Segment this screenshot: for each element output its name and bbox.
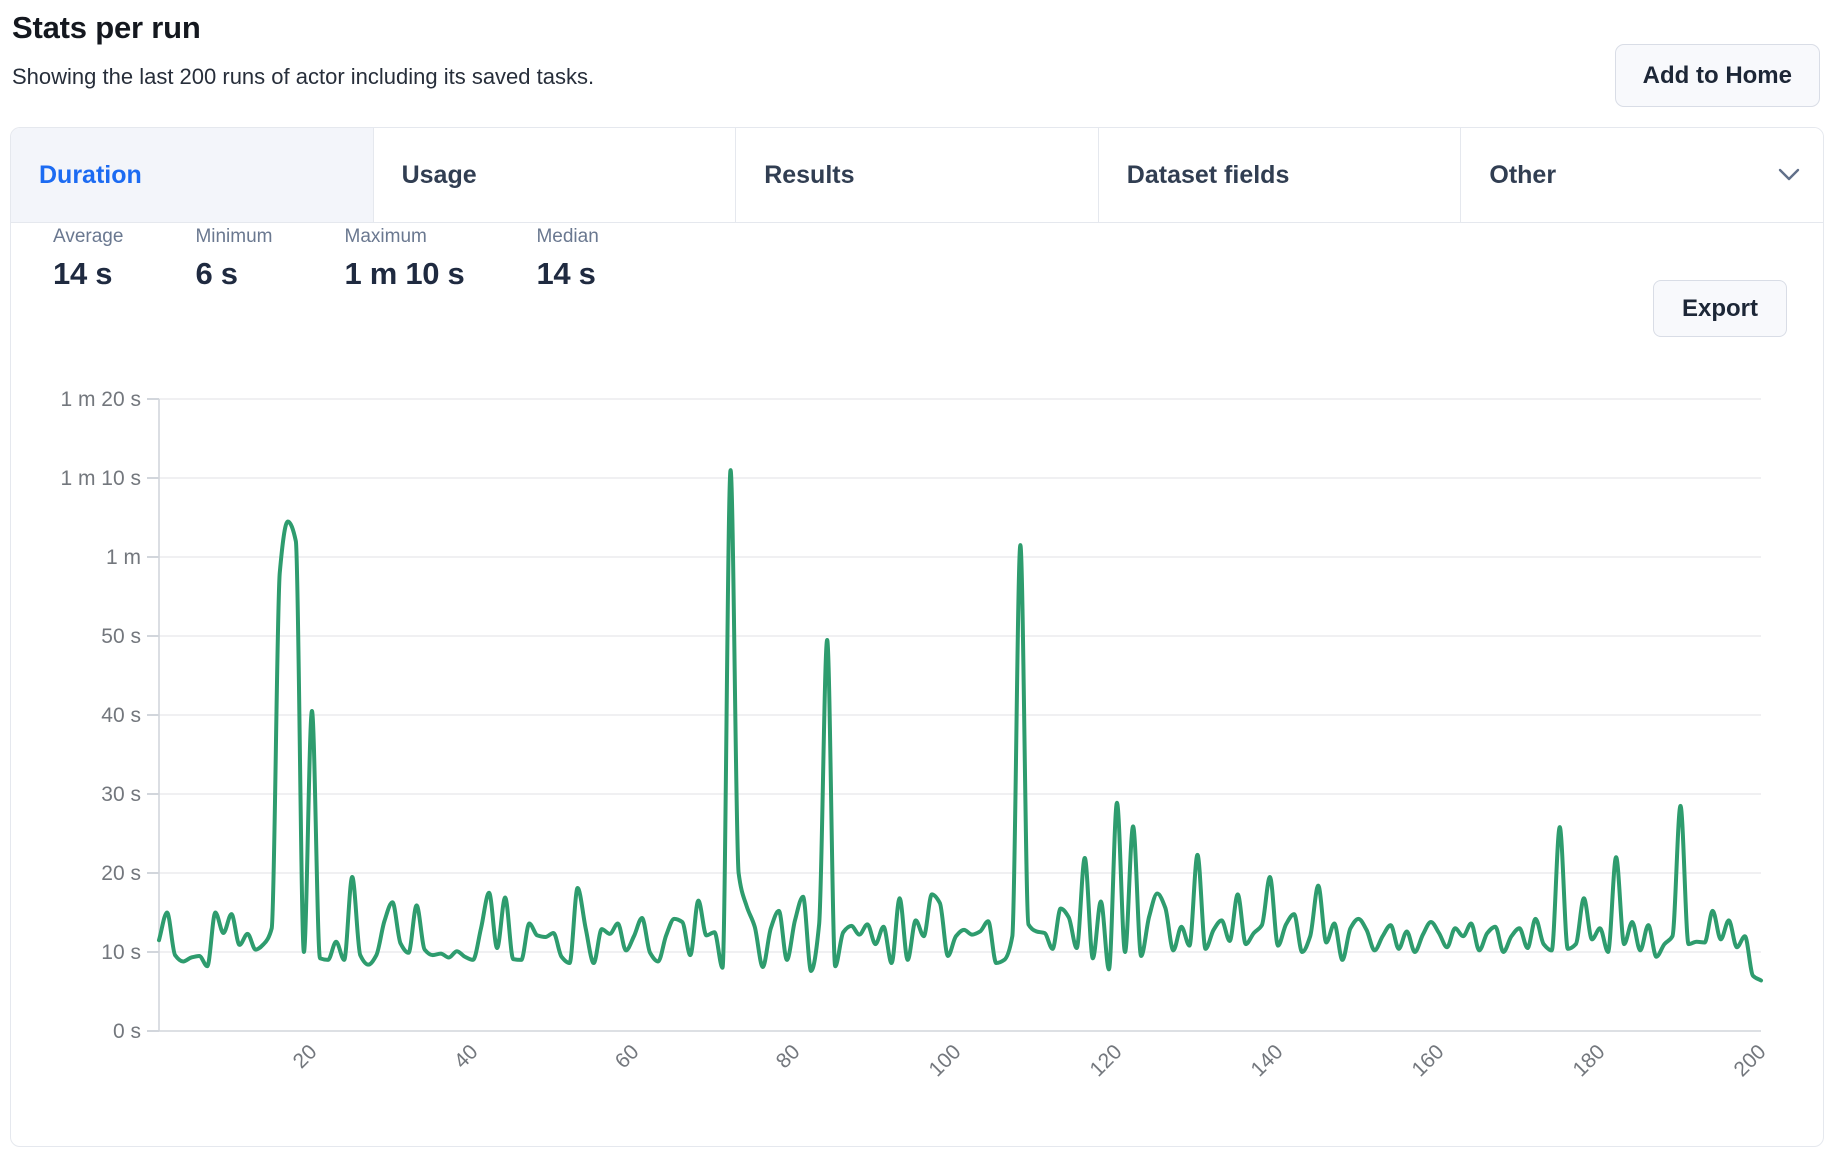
tab-duration-label: Duration (39, 161, 142, 190)
page-title: Stats per run (12, 10, 201, 46)
y-axis-label: 10 s (101, 941, 141, 964)
duration-line-chart: 0 s 10 s 20 s 30 s 40 s 50 s 1 m 1 m 10 s 1 m 20… (31, 386, 1825, 1144)
add-to-home-button[interactable]: Add to Home (1615, 44, 1820, 107)
stats-card: Duration Usage Results Dataset fields Ot… (10, 127, 1824, 1147)
summary-stats: Average 14 s Minimum 6 s Maximum 1 m 10 … (53, 226, 599, 292)
stat-maximum: Maximum 1 m 10 s (345, 226, 465, 292)
y-axis-label: 40 s (101, 704, 141, 727)
y-axis-label: 0 s (113, 1020, 141, 1043)
y-axis-label: 50 s (101, 625, 141, 648)
stat-median-value: 14 s (536, 256, 598, 292)
tab-usage[interactable]: Usage (374, 128, 737, 222)
stat-maximum-value: 1 m 10 s (345, 256, 465, 292)
y-axis-label: 1 m 10 s (60, 467, 141, 490)
stat-median: Median 14 s (536, 226, 598, 292)
x-axis-label: 80 (772, 1040, 805, 1073)
x-axis-label: 180 (1568, 1040, 1609, 1081)
stat-average: Average 14 s (53, 226, 123, 292)
tab-duration[interactable]: Duration (11, 128, 374, 222)
stat-minimum: Minimum 6 s (195, 226, 272, 292)
y-axis-label: 20 s (101, 862, 141, 885)
stat-maximum-label: Maximum (345, 226, 465, 248)
tab-dataset-fields-label: Dataset fields (1127, 161, 1290, 190)
x-axis-label: 160 (1407, 1040, 1448, 1081)
tab-bar: Duration Usage Results Dataset fields Ot… (11, 128, 1823, 223)
y-axis-label: 1 m (106, 546, 141, 569)
x-axis-label: 20 (289, 1040, 322, 1073)
chevron-down-icon (1777, 161, 1801, 190)
stat-minimum-value: 6 s (195, 256, 272, 292)
chart-line (159, 470, 1761, 980)
tab-dataset-fields[interactable]: Dataset fields (1099, 128, 1462, 222)
x-axis-label: 100 (924, 1040, 965, 1081)
stat-minimum-label: Minimum (195, 226, 272, 248)
y-axis-label: 30 s (101, 783, 141, 806)
y-axis-label: 1 m 20 s (60, 388, 141, 411)
tab-results[interactable]: Results (736, 128, 1099, 222)
export-button[interactable]: Export (1653, 280, 1787, 337)
tab-usage-label: Usage (402, 161, 477, 190)
stat-average-value: 14 s (53, 256, 123, 292)
tab-results-label: Results (764, 161, 854, 190)
stat-average-label: Average (53, 226, 123, 248)
tab-other-label: Other (1489, 161, 1556, 190)
page-subtitle: Showing the last 200 runs of actor inclu… (12, 64, 594, 90)
tab-other[interactable]: Other (1461, 128, 1823, 222)
x-axis-label: 140 (1246, 1040, 1287, 1081)
x-axis-label: 120 (1085, 1040, 1126, 1081)
x-axis-label: 40 (450, 1040, 483, 1073)
stat-median-label: Median (536, 226, 598, 248)
duration-chart: 0 s 10 s 20 s 30 s 40 s 50 s 1 m 1 m 10 s 1 m 20… (31, 386, 1825, 1144)
x-axis-label: 60 (611, 1040, 644, 1073)
x-axis-label: 200 (1729, 1040, 1770, 1081)
